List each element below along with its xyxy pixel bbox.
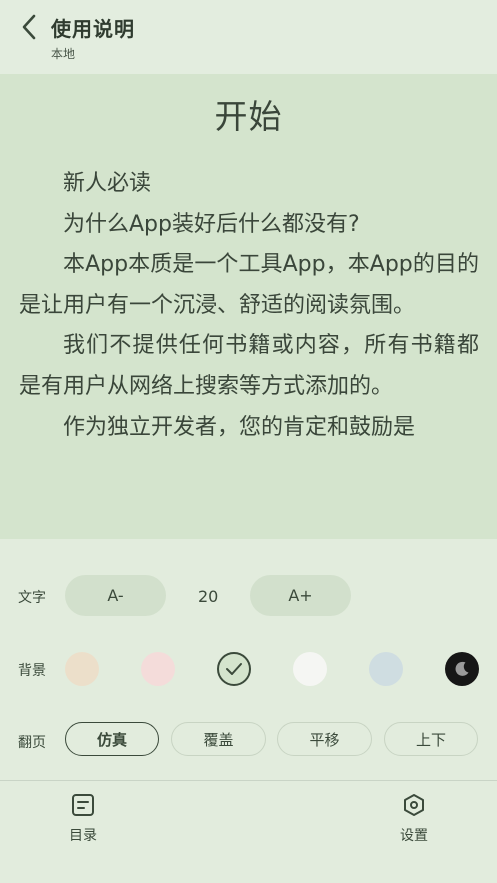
paragraph: 为什么App装好后什么都没有? <box>63 211 360 237</box>
chevron-left-icon <box>22 14 36 40</box>
toc-label: 目录 <box>69 828 97 844</box>
toc-button[interactable]: 目录 <box>53 793 113 845</box>
paragraph: 新人必读 <box>63 171 152 196</box>
hexagon-settings-icon <box>404 794 424 816</box>
background-label: 背景 <box>18 663 46 679</box>
font-increase-button[interactable]: A+ <box>250 575 351 616</box>
reading-settings-panel: 文字 A- 20 A+ 背景 翻页 仿真 覆盖 平移 上下 <box>0 539 497 780</box>
page-turn-option-simulation[interactable]: 仿真 <box>65 722 159 756</box>
page-turn-option-cover[interactable]: 覆盖 <box>171 722 266 756</box>
font-size-value: 20 <box>198 587 219 606</box>
chapter-title: 开始 <box>214 97 283 136</box>
page-turn-label: 翻页 <box>18 735 46 751</box>
bg-swatch-white[interactable] <box>293 652 327 686</box>
moon-icon <box>455 661 469 676</box>
page-turn-option-slide[interactable]: 平移 <box>277 722 372 756</box>
bottom-nav: 目录 设置 <box>0 781 497 883</box>
bg-swatch-beige[interactable] <box>65 652 99 686</box>
page-turn-option-vertical[interactable]: 上下 <box>384 722 478 756</box>
settings-label: 设置 <box>400 828 428 844</box>
paragraph: 作为独立开发者，您的肯定和鼓励是 <box>63 414 416 440</box>
top-bar: 使用说明 本地 <box>0 0 497 74</box>
text-size-label: 文字 <box>18 590 46 606</box>
font-decrease-button[interactable]: A- <box>65 575 166 616</box>
back-button[interactable] <box>14 12 44 42</box>
bg-swatch-blue[interactable] <box>369 652 403 686</box>
settings-button[interactable]: 设置 <box>384 793 444 845</box>
bg-swatch-pink[interactable] <box>141 652 175 686</box>
reading-area[interactable]: 开始 新人必读 为什么App装好后什么都没有? 本App本质是一个工具App，本… <box>0 74 497 539</box>
paragraph: 本App本质是一个工具App，本App的目的是让用户有一个沉浸、舒适的阅读氛围。 <box>19 252 479 318</box>
chapter-content: 新人必读 为什么App装好后什么都没有? 本App本质是一个工具App，本App… <box>19 164 479 448</box>
paragraph: 我们不提供任何书籍或内容，所有书籍都是有用户从网络上搜索等方式添加的。 <box>19 333 479 399</box>
bg-swatch-dark[interactable] <box>445 652 479 686</box>
list-icon <box>72 794 94 816</box>
page-title: 使用说明 <box>51 17 135 41</box>
check-icon <box>226 663 242 675</box>
page-subtitle: 本地 <box>51 47 76 61</box>
bg-swatch-green-selected[interactable] <box>217 652 251 686</box>
